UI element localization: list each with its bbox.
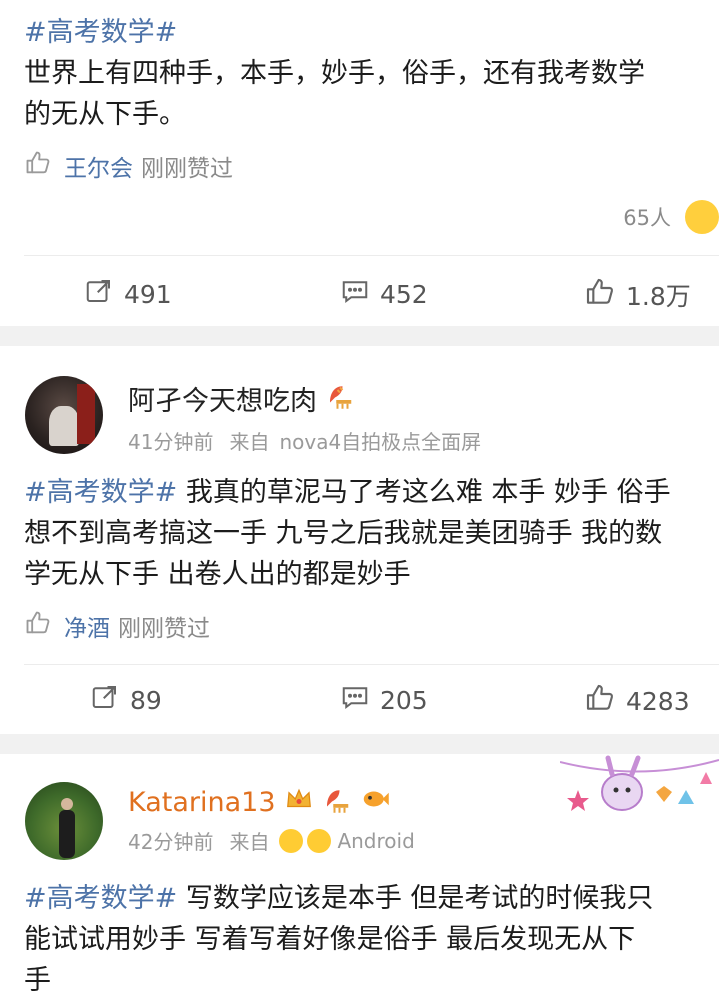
post-time: 41分钟前 [128, 430, 214, 454]
username-text: Katarina13 [128, 787, 276, 818]
post-time: 42分钟前 [128, 830, 214, 854]
thumbs-up-icon [584, 682, 626, 720]
action-divider [24, 664, 719, 665]
like-count: 1.8万 [626, 282, 691, 311]
fish-badge-icon [360, 784, 390, 821]
fan-badge-icon [322, 784, 352, 821]
post-source[interactable]: Android [337, 829, 414, 853]
repost-icon [84, 276, 124, 312]
topic-link[interactable]: #高考数学# [24, 883, 177, 914]
repost-count: 89 [130, 685, 162, 715]
liked-by-name[interactable]: 净酒 [64, 609, 110, 643]
post-3-text: #高考数学# 写数学应该是本手 但是考试的时候我只 能试试用妙手 写着写着好像是… [24, 878, 719, 1000]
post-meta: 42分钟前 来自 Android [128, 826, 415, 855]
username[interactable]: 阿孑今天想吃肉 [128, 379, 355, 418]
liked-by-name[interactable]: 王尔会 [64, 149, 133, 183]
comment-count: 205 [380, 685, 428, 715]
comment-icon [340, 276, 380, 312]
username[interactable]: Katarina13 [128, 784, 390, 821]
source-prefix: 来自 [229, 830, 270, 854]
comment-count: 452 [380, 279, 428, 309]
liked-by-line: 王尔会 刚刚赞过 [24, 150, 233, 182]
post-2-line-2: 想不到高考搞这一手 九号之后我就是美团骑手 我的数 [24, 518, 663, 549]
emoji-reaction-icon [685, 200, 719, 234]
like-count: 4283 [626, 686, 690, 716]
post-1: #高考数学# 世界上有四种手，本手，妙手，俗手，还有我考数学 的无从下手。 王尔… [0, 0, 719, 326]
post-3-line-1-rest: 写数学应该是本手 但是考试的时候我只 [177, 883, 654, 914]
post-2-text: #高考数学# 我真的草泥马了考这么难 本手 妙手 俗手 想不到高考搞这一手 九号… [24, 472, 719, 595]
pleading-emoji-icon [307, 828, 332, 853]
topic-link[interactable]: #高考数学# [24, 17, 177, 48]
like-outline-icon [24, 609, 52, 643]
reaction-summary[interactable]: 65人 [623, 200, 719, 234]
post-1-line-1: #高考数学# [24, 12, 719, 53]
repost-count: 491 [124, 279, 172, 309]
post-1-line-2: 世界上有四种手，本手，妙手，俗手，还有我考数学 [24, 58, 645, 89]
liked-suffix: 刚刚赞过 [141, 156, 233, 182]
action-divider [24, 255, 719, 256]
post-2-line-1-rest: 我真的草泥马了考这么难 本手 妙手 俗手 [177, 477, 671, 508]
username-text: 阿孑今天想吃肉 [128, 386, 317, 417]
liked-by-line: 净酒 刚刚赞过 [24, 610, 210, 642]
like-button[interactable]: 1.8万 [584, 276, 691, 314]
crown-badge-icon [284, 784, 314, 821]
post-3-line-1: #高考数学# 写数学应该是本手 但是考试的时候我只 [24, 878, 719, 919]
repost-button[interactable]: 89 [90, 682, 162, 718]
post-2-line-3: 学无从下手 出卷人出的都是妙手 [24, 559, 411, 590]
post-source[interactable]: nova4自拍极点全面屏 [279, 426, 481, 455]
post-3-line-2: 能试试用妙手 写着写着好像是俗手 最后发现无从下 [24, 924, 636, 955]
liked-suffix: 刚刚赞过 [118, 616, 210, 642]
post-separator [0, 734, 719, 754]
comment-button[interactable]: 205 [340, 682, 428, 718]
like-outline-icon [24, 149, 52, 183]
comment-button[interactable]: 452 [340, 276, 428, 312]
topic-link[interactable]: #高考数学# [24, 477, 177, 508]
card-decoration [559, 754, 719, 824]
post-3: Katarina13 42分钟前 来自 Android #高考数学# 写数学应该… [0, 754, 719, 1000]
post-separator [0, 326, 719, 346]
thumbs-up-icon [584, 276, 626, 314]
comment-icon [340, 682, 380, 718]
post-2-line-1: #高考数学# 我真的草泥马了考这么难 本手 妙手 俗手 [24, 472, 719, 513]
post-1-text: #高考数学# 世界上有四种手，本手，妙手，俗手，还有我考数学 的无从下手。 [24, 12, 719, 135]
post-2: 阿孑今天想吃肉 41分钟前 来自 nova4自拍极点全面屏 #高考数学# 我真的… [0, 346, 719, 734]
avatar[interactable] [25, 782, 103, 860]
post-1-line-3: 的无从下手。 [24, 99, 186, 130]
reaction-count: 65人 [623, 206, 671, 230]
post-3-line-3: 手 [24, 965, 51, 996]
post-meta: 41分钟前 来自 nova4自拍极点全面屏 [128, 426, 481, 455]
fan-badge-icon [325, 380, 355, 417]
repost-button[interactable]: 491 [84, 276, 172, 312]
repost-icon [90, 682, 130, 718]
avatar[interactable] [25, 376, 103, 454]
party-emoji-icon [279, 828, 304, 853]
source-prefix: 来自 [229, 430, 270, 454]
like-button[interactable]: 4283 [584, 682, 690, 720]
